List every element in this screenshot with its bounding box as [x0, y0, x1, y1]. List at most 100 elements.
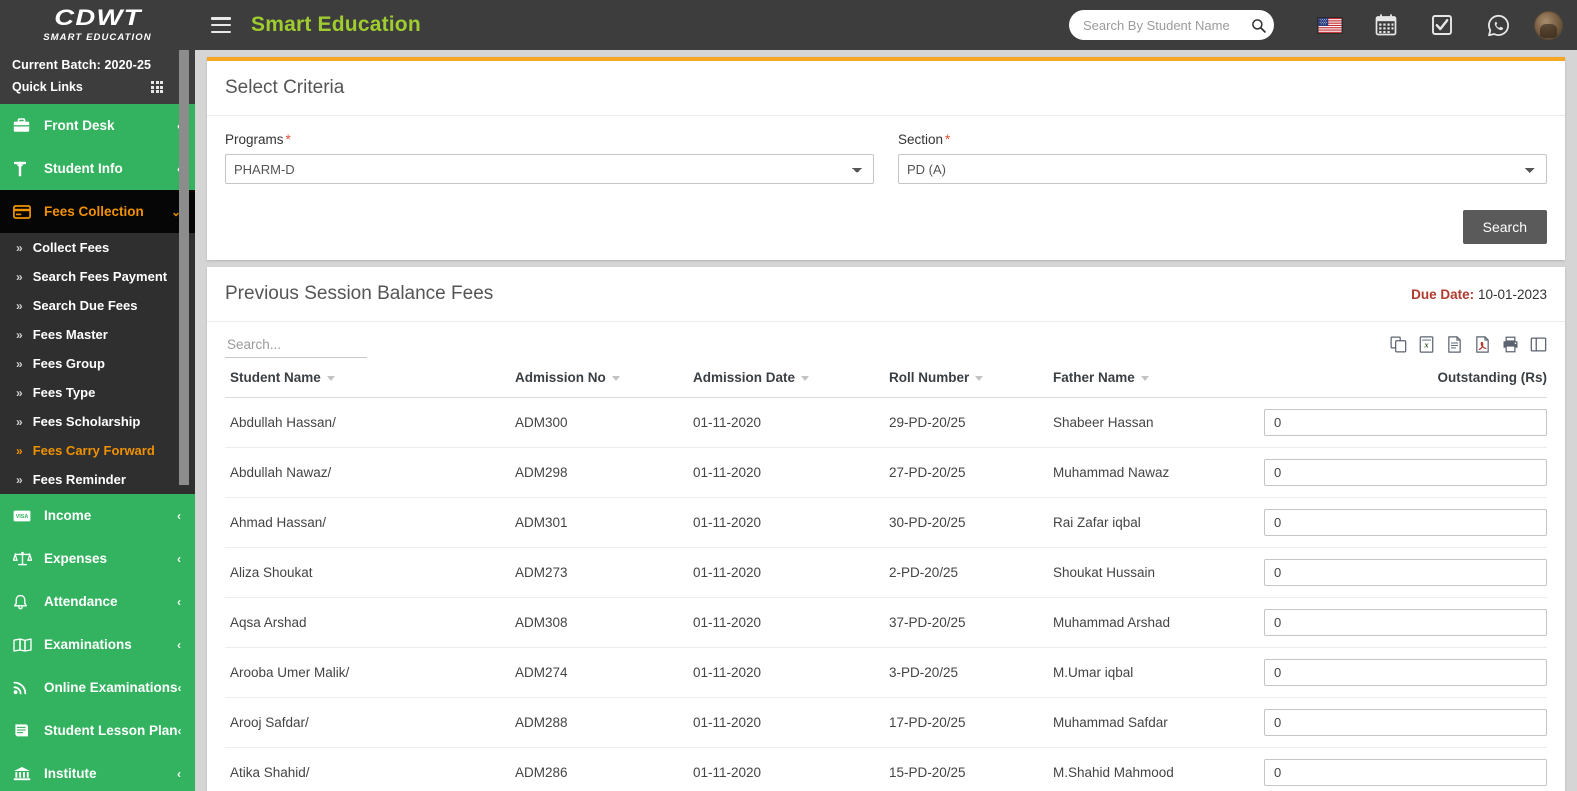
table-search-input[interactable]: [225, 334, 367, 358]
previous-session-balance-fees-card: Previous Session Balance Fees Due Date: …: [207, 267, 1565, 791]
csv-export-icon[interactable]: [1446, 336, 1463, 353]
sidebar-subitem-search-fees-payment[interactable]: » Search Fees Payment: [0, 262, 195, 291]
hamburger-icon[interactable]: [211, 17, 231, 33]
sidebar-subitem-fees-group[interactable]: » Fees Group: [0, 349, 195, 378]
whatsapp-glyph: [1487, 14, 1509, 36]
sidebar-item-institute[interactable]: Institute ‹: [0, 752, 195, 791]
sidebar-scrollbar[interactable]: [179, 50, 189, 791]
outstanding-input[interactable]: [1264, 459, 1547, 486]
sidebar-item-expenses[interactable]: Expenses ‹: [0, 537, 195, 580]
column-header-student-name[interactable]: Student Name: [225, 362, 515, 398]
column-label: Admission Date: [693, 370, 796, 385]
cell-student-name: Arooj Safdar/: [225, 697, 515, 748]
sidebar-item-income[interactable]: VISA Income ‹: [0, 494, 195, 537]
cell-admission-no: ADM274: [515, 647, 693, 698]
sidebar-item-examinations[interactable]: Examinations ‹: [0, 623, 195, 666]
cell-father-name: Muhammad Arshad: [1053, 597, 1263, 648]
logo-primary-text: CDWT: [53, 5, 142, 30]
whatsapp-icon[interactable]: [1481, 8, 1515, 42]
cell-outstanding: [1263, 747, 1547, 791]
credit-card-icon: [13, 204, 33, 219]
table-title: Previous Session Balance Fees: [225, 283, 494, 304]
table-row: Aqsa Arshad ADM308 01-11-2020 37-PD-20/25 Mu…: [225, 597, 1547, 648]
sidebar-item-attendance[interactable]: Attendance ‹: [0, 580, 195, 623]
balance-fees-table: Student Name Admission No Admission Date…: [225, 362, 1547, 791]
sidebar-item-online-examinations[interactable]: Online Examinations ‹: [0, 666, 195, 709]
sidebar-item-student-info[interactable]: Student Info ‹: [0, 147, 195, 190]
excel-export-icon[interactable]: x: [1418, 336, 1435, 353]
sidebar-item-student-lesson-plan[interactable]: Student Lesson Plan ‹: [0, 709, 195, 752]
cell-admission-date: 01-11-2020: [693, 647, 889, 698]
cell-admission-date: 01-11-2020: [693, 447, 889, 498]
cell-student-name: Aqsa Arshad: [225, 597, 515, 648]
sidebar-scrollbar-thumb[interactable]: [179, 50, 189, 485]
sidebar-subitem-fees-type[interactable]: » Fees Type: [0, 378, 195, 407]
user-avatar[interactable]: [1534, 10, 1563, 40]
search-input[interactable]: [1083, 17, 1251, 33]
app-logo[interactable]: CDWT SMART EDUCATION: [0, 0, 195, 50]
column-header-admission-date[interactable]: Admission Date: [693, 362, 889, 398]
header-actions: [1069, 8, 1577, 42]
search-button[interactable]: Search: [1462, 210, 1547, 244]
sidebar-item-front-desk[interactable]: Front Desk ‹: [0, 104, 195, 147]
sort-caret-icon: [1140, 375, 1149, 381]
sort-caret-icon: [611, 375, 620, 381]
column-header-admission-no[interactable]: Admission No: [515, 362, 693, 398]
cell-admission-date: 01-11-2020: [693, 497, 889, 548]
cell-admission-date: 01-11-2020: [693, 597, 889, 648]
svg-text:VISA: VISA: [16, 514, 29, 520]
grid-icon[interactable]: [151, 81, 163, 93]
column-label: Roll Number: [889, 370, 970, 385]
section-field-group: Section * PD (A): [898, 132, 1547, 184]
outstanding-input[interactable]: [1264, 659, 1547, 686]
section-select[interactable]: PD (A): [898, 154, 1547, 184]
search-icon[interactable]: [1251, 18, 1266, 33]
column-header-father-name[interactable]: Father Name: [1053, 362, 1263, 398]
outstanding-input[interactable]: [1264, 509, 1547, 536]
sidebar-subitem-search-due-fees[interactable]: » Search Due Fees: [0, 291, 195, 320]
column-visibility-icon[interactable]: [1530, 336, 1547, 353]
column-header-outstanding: Outstanding (Rs): [1263, 362, 1547, 398]
required-asterisk: *: [285, 132, 291, 147]
cell-roll-number: 17-PD-20/25: [889, 697, 1053, 748]
sidebar-subitem-collect-fees[interactable]: » Collect Fees: [0, 233, 195, 262]
cell-father-name: Rai Zafar iqbal: [1053, 497, 1263, 548]
sort-caret-icon: [326, 375, 335, 381]
double-chevron-icon: »: [16, 472, 23, 487]
print-icon[interactable]: [1502, 336, 1519, 353]
quick-links-row[interactable]: Quick Links: [12, 80, 183, 94]
sidebar-subitem-fees-master[interactable]: » Fees Master: [0, 320, 195, 349]
sidebar-label: Online Examinations: [44, 680, 178, 695]
double-chevron-icon: »: [16, 443, 23, 458]
due-date-label: Due Date:: [1411, 286, 1475, 302]
column-header-roll-number[interactable]: Roll Number: [889, 362, 1053, 398]
sidebar-subitem-fees-scholarship[interactable]: » Fees Scholarship: [0, 407, 195, 436]
sidebar-subitem-fees-reminder[interactable]: » Fees Reminder: [0, 465, 195, 494]
sidebar-label: Student Info: [44, 161, 123, 176]
pdf-export-icon[interactable]: [1474, 336, 1491, 353]
sidebar-item-fees-collection[interactable]: Fees Collection ⌄: [0, 190, 195, 233]
cell-admission-no: ADM286: [515, 747, 693, 791]
double-chevron-icon: »: [16, 298, 23, 313]
sidebar-label: Student Lesson Plan: [44, 723, 178, 738]
task-check-icon[interactable]: [1425, 8, 1459, 42]
bell-icon: [13, 594, 33, 610]
outstanding-input[interactable]: [1264, 759, 1547, 786]
language-flag-icon[interactable]: [1313, 8, 1347, 42]
cell-outstanding: [1263, 547, 1547, 598]
outstanding-input[interactable]: [1264, 559, 1547, 586]
table-header: Student Name Admission No Admission Date…: [225, 362, 1547, 398]
outstanding-input[interactable]: [1264, 709, 1547, 736]
outstanding-input[interactable]: [1264, 609, 1547, 636]
programs-select[interactable]: PHARM-D: [225, 154, 874, 184]
hamburger-bar: [211, 23, 231, 27]
outstanding-input[interactable]: [1264, 409, 1547, 436]
sidebar-label: Front Desk: [44, 118, 115, 133]
cell-outstanding: [1263, 497, 1547, 548]
calendar-icon[interactable]: [1369, 8, 1403, 42]
double-chevron-icon: »: [16, 240, 23, 255]
global-search[interactable]: [1069, 10, 1274, 40]
due-date-label-text: Due Date: [1411, 286, 1470, 302]
copy-icon[interactable]: [1390, 336, 1407, 353]
sidebar-subitem-fees-carry-forward[interactable]: » Fees Carry Forward: [0, 436, 195, 465]
